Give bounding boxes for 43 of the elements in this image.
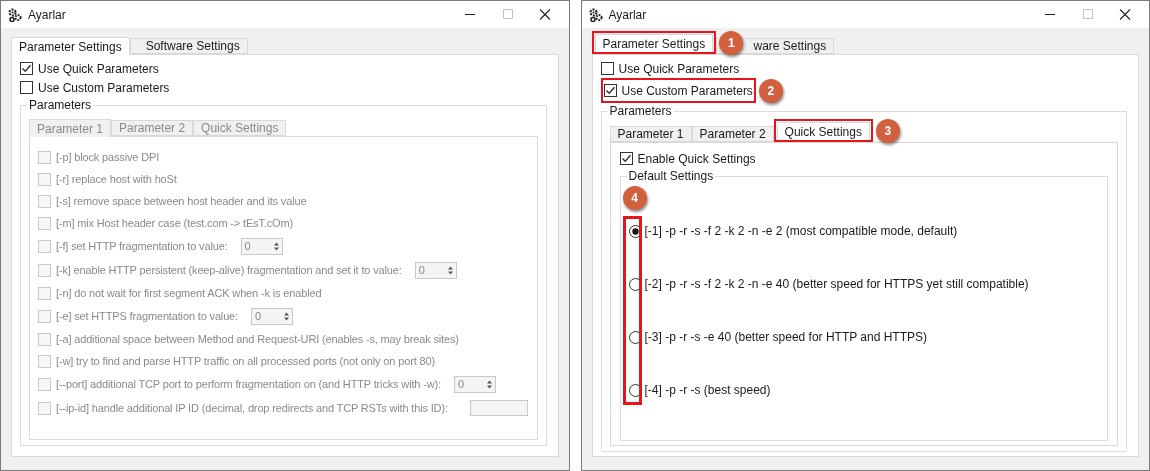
checkbox-label: [-a] additional space between Method and Request-URI (enables -s, may break sites) [56, 331, 459, 347]
checkbox-label: [-n] do not wait for first segment ACK when -k is enabled [56, 285, 322, 301]
callout-badge: 2 [758, 78, 783, 103]
checkbox-label: Use Custom Parameters [621, 82, 753, 100]
checkbox[interactable] [20, 62, 33, 75]
callout-badge: 3 [875, 118, 900, 143]
group-title: Parameters [607, 104, 674, 118]
checkbox-label: [-f] set HTTP fragmentation to value: [56, 238, 228, 254]
group-title: Parameters [27, 98, 94, 112]
tab[interactable]: Quick Settings [776, 122, 870, 140]
radio-label: [-3] -p -r -s -e 40 (better speed for HTTP and HTTPS) [644, 329, 928, 346]
checkbox-label: [-w] try to find and parse HTTP traffic on all processed ports (not only on port 80) [56, 353, 435, 369]
callout-badge: 1 [719, 30, 744, 55]
checkbox[interactable] [20, 81, 33, 94]
checkbox-label: Use Quick Parameters [38, 60, 159, 78]
checkbox-label: [-k] enable HTTP persistent (keep-alive) fragmentation and set it to value: [56, 262, 402, 278]
gear-icon [8, 7, 22, 22]
callout-badge: 4 [622, 186, 647, 210]
tab[interactable]: Parameter Settings [594, 34, 714, 52]
checkbox-label: Enable Quick Settings [637, 150, 756, 168]
radio-label: [-4] -p -r -s (best speed) [644, 382, 771, 399]
checkbox[interactable] [600, 62, 614, 75]
radio-label: [-2] -p -r -s -f 2 -k 2 -n -e 40 (better speed for HTTPS yet still compatible) [644, 276, 1029, 293]
window-title: Ayarlar [28, 6, 66, 24]
checkbox-label: [-m] mix Host header case (test.com -> tEsT.cOm) [56, 215, 293, 231]
checkbox-label: [-e] set HTTPS fragmentation to value: [56, 308, 238, 324]
tab[interactable]: Parameter 2 [691, 126, 774, 142]
tab[interactable]: Software Settings [129, 38, 248, 54]
checkbox-label: [--port] additional TCP port to perform fragmentation on (and HTTP tricks with -w): [56, 376, 441, 392]
checkbox[interactable] [619, 152, 633, 165]
checkbox-label: [-r] replace host with hoSt [56, 171, 177, 187]
checkbox-label: [--ip-id] handle additional IP ID (decimal, drop redirects and TCP RSTs with this ID): [56, 400, 448, 416]
checkbox[interactable] [603, 84, 617, 97]
checkbox-label: Use Quick Parameters [618, 60, 740, 78]
radio-label: [-1] -p -r -s -f 2 -k 2 -n -e 2 (most compatible mode, default) [644, 223, 958, 240]
checkbox-label: [-s] remove space between host header and its value [56, 193, 307, 209]
tab[interactable]: Parameter Settings [11, 37, 130, 55]
group-title: Default Settings [626, 169, 716, 183]
checkbox-label: Use Custom Parameters [38, 79, 170, 97]
window-title: Ayarlar [608, 6, 647, 24]
gear-icon [588, 7, 603, 22]
checkbox-label: [-p] block passive DPI [56, 149, 160, 165]
tab[interactable]: Parameter 1 [609, 126, 692, 142]
